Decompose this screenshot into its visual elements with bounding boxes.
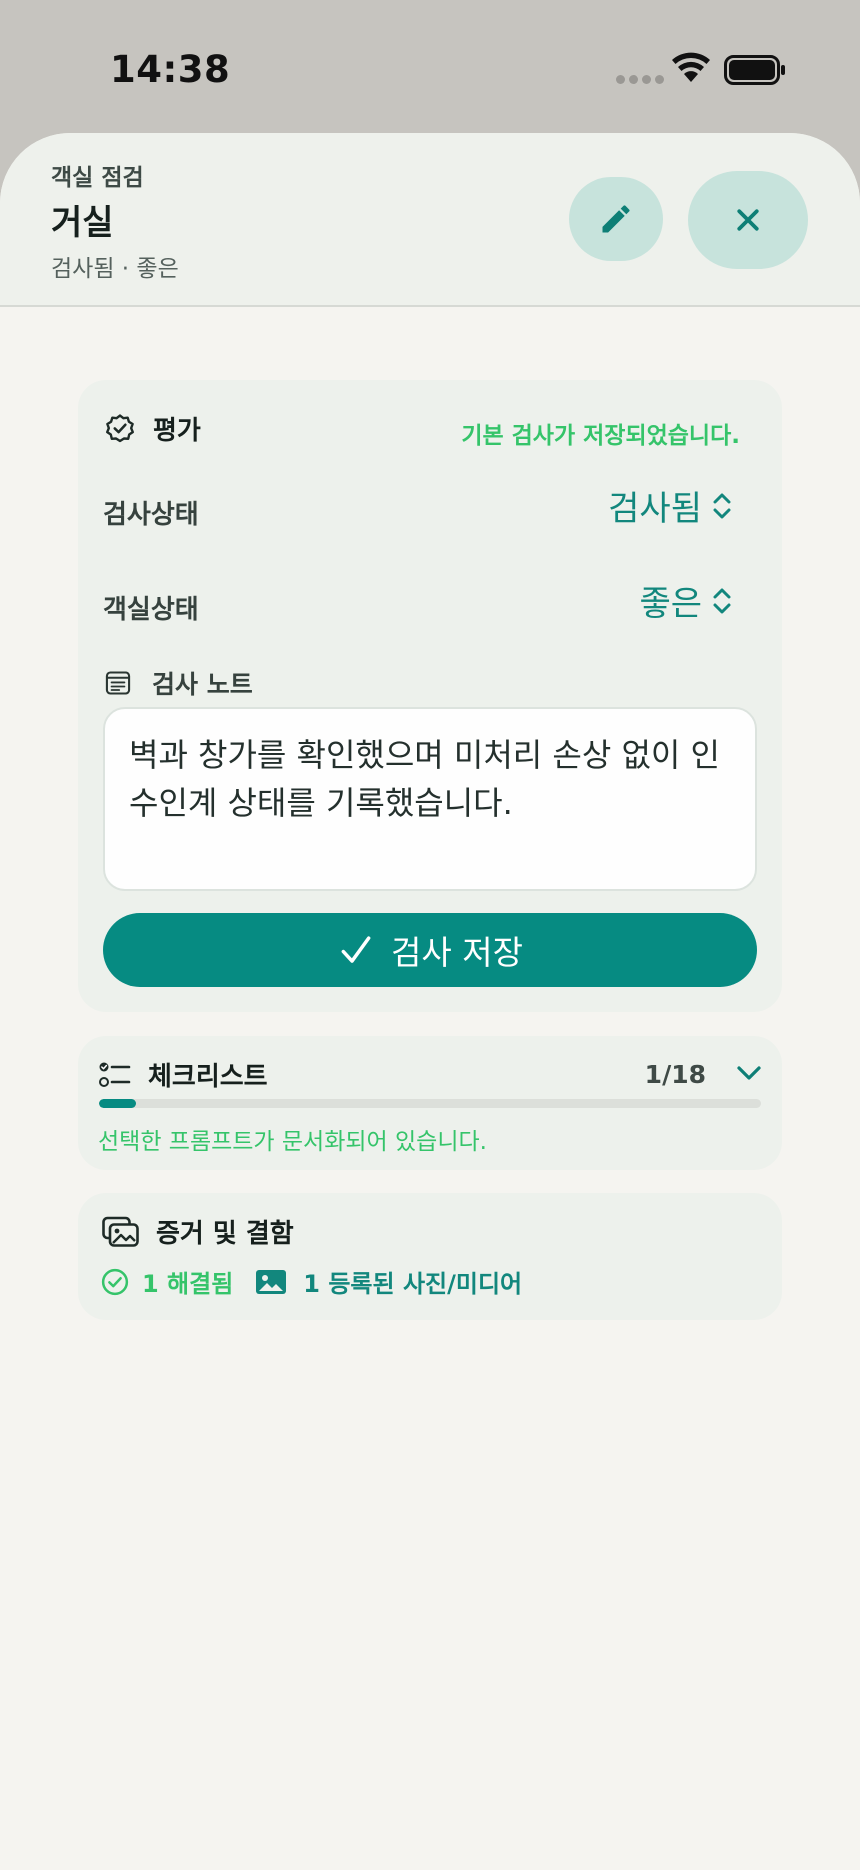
chevron-down-icon[interactable] [734, 1058, 764, 1088]
sheet-header: 객실 점검 거실 검사됨 · 좋은 [0, 133, 860, 307]
media-count: 1 등록된 사진/미디어 [303, 1270, 523, 1298]
checklist-note: 선택한 프롬프트가 문서화되어 있습니다. [98, 1129, 487, 1155]
photo-icon [256, 1269, 287, 1294]
notes-label: 검사 노트 [152, 670, 253, 699]
evidence-meta: 1 해결됨 1 등록된 사진/미디어 [100, 1264, 522, 1299]
evidence-title: 증거 및 결함 [156, 1219, 294, 1249]
evidence-header: 증거 및 결함 [102, 1213, 294, 1250]
checklist-progress-bar [99, 1099, 761, 1108]
wifi-icon [672, 52, 710, 82]
checklist-count: 1/18 [644, 1060, 706, 1089]
chevron-up-down-icon [713, 493, 731, 518]
checkmark-icon [341, 936, 371, 963]
battery-icon [724, 55, 785, 85]
room-condition-value: 좋은 [639, 584, 702, 624]
inspection-status-value: 검사됨 [608, 489, 702, 529]
close-button[interactable] [688, 171, 808, 269]
saved-message: 기본 검사가 저장되었습니다. [461, 423, 740, 449]
checklist-icon [99, 1062, 131, 1087]
room-condition-label: 객실상태 [103, 595, 199, 625]
checklist-title: 체크리스트 [148, 1062, 268, 1092]
header-subtitle: 검사됨 · 좋은 [51, 256, 179, 282]
verified-badge-icon [106, 413, 134, 442]
inspection-status-picker[interactable]: 검사됨 [608, 481, 732, 530]
save-button-label: 검사 저장 [391, 933, 523, 972]
inspection-status-label: 검사상태 [103, 500, 199, 530]
check-circle-icon [101, 1268, 129, 1295]
save-inspection-button[interactable]: 검사 저장 [103, 913, 757, 987]
page-title: 거실 [51, 203, 114, 243]
note-icon [105, 671, 131, 695]
close-icon [737, 209, 759, 231]
chevron-up-down-icon [713, 588, 731, 613]
status-bar: 14:38 [0, 0, 860, 140]
checklist-progress-fill [99, 1099, 136, 1108]
cellular-signal-icon [616, 75, 664, 84]
resolved-count: 1 해결됨 [142, 1270, 234, 1298]
evaluation-header: 평가 [103, 410, 201, 447]
evaluation-card: 평가 기본 검사가 저장되었습니다. 검사상태 검사됨 객실상태 좋은 검사 노… [78, 380, 782, 1012]
checklist-header: 체크리스트 [98, 1056, 268, 1093]
edit-button[interactable] [569, 177, 663, 261]
evidence-card[interactable]: 증거 및 결함 1 해결됨 1 등록된 사진/미디어 [78, 1193, 782, 1320]
photo-stack-icon [102, 1216, 139, 1247]
evaluation-title: 평가 [153, 416, 201, 446]
checklist-card[interactable]: 체크리스트 1/18 선택한 프롬프트가 문서화되어 있습니다. [78, 1036, 782, 1170]
header-kicker: 객실 점검 [51, 165, 144, 191]
inspection-sheet: 객실 점검 거실 검사됨 · 좋은 평가 기본 검사가 저장되었습니다. 검사상… [0, 133, 860, 1870]
room-condition-picker[interactable]: 좋은 [639, 576, 732, 625]
notes-textarea[interactable]: 벽과 창가를 확인했으며 미처리 손상 없이 인수인계 상태를 기록했습니다. [103, 707, 757, 891]
pencil-icon [602, 205, 630, 233]
status-time: 14:38 [110, 48, 231, 91]
notes-header: 검사 노트 [104, 665, 253, 701]
